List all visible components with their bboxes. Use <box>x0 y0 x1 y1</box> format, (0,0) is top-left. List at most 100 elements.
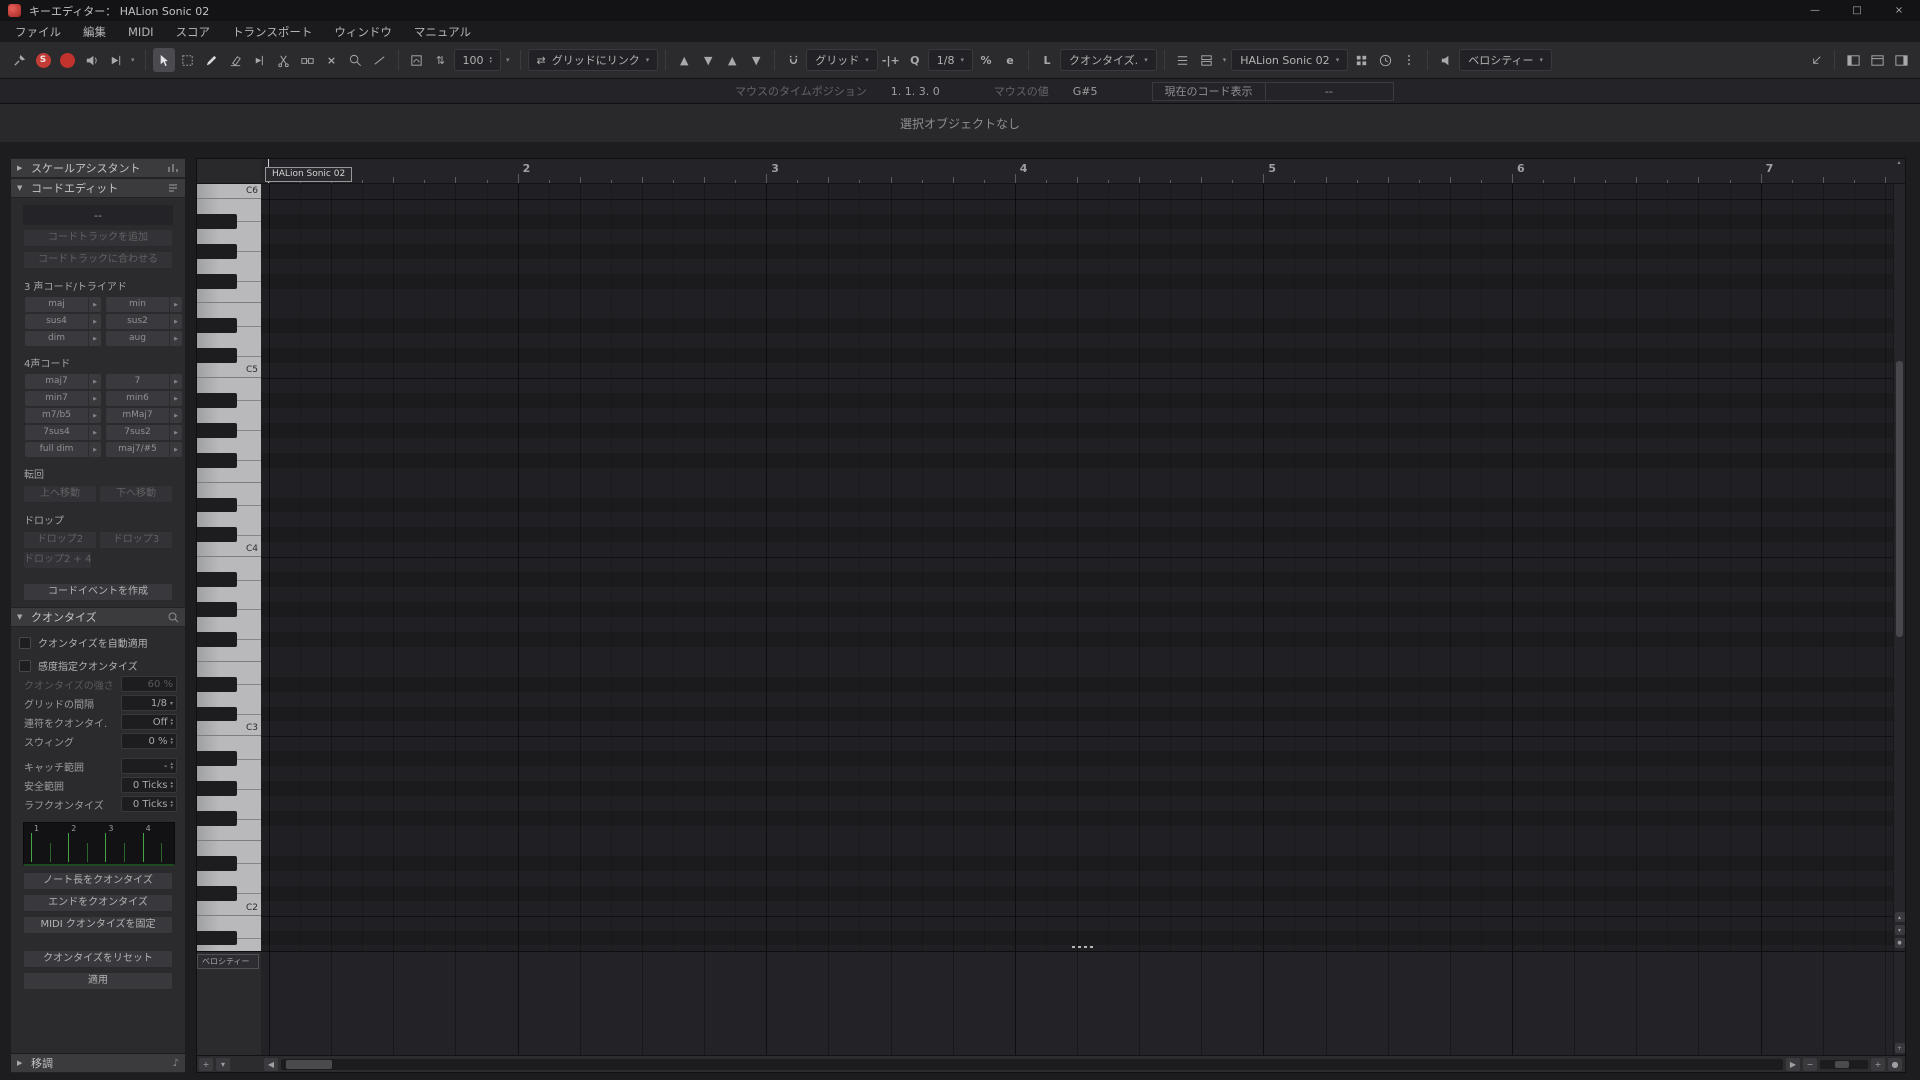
mixer-button[interactable] <box>1350 48 1372 72</box>
stepper-arrows-icon[interactable]: ▴ ▾ <box>170 762 173 771</box>
chord-four-note-button[interactable]: full dim ▶ <box>25 442 101 457</box>
stepper-arrows-icon[interactable]: ▴ ▾ <box>170 737 173 746</box>
current-chord-display[interactable]: -- <box>23 205 173 225</box>
piano-key-black[interactable] <box>197 855 261 871</box>
soft-quantize-checkbox[interactable] <box>19 659 31 672</box>
right-zone-toggle[interactable] <box>1890 48 1912 72</box>
edit-active-part-button[interactable] <box>1172 48 1194 72</box>
piano-key-black[interactable] <box>197 497 261 513</box>
quantize-panel-button[interactable]: e <box>999 48 1021 72</box>
part-list-button[interactable] <box>1196 48 1218 72</box>
chord-triad-button[interactable]: dim ▶ <box>25 331 101 346</box>
chord-four-note-button[interactable]: 7 ▶ <box>106 374 182 389</box>
scroll-up-button[interactable]: ▴ <box>1894 912 1905 922</box>
note-grid[interactable] <box>261 184 1893 951</box>
menu-item[interactable]: ファイル <box>4 21 72 42</box>
hzoom-out-button[interactable]: − <box>1803 1057 1817 1071</box>
chord-triad-button[interactable]: maj ▶ <box>25 297 101 312</box>
piano-key-black[interactable] <box>197 452 261 468</box>
chord-options-arrow-icon[interactable]: ▶ <box>88 297 101 312</box>
grid-type-dropdown[interactable]: グリッド ▾ <box>806 49 878 71</box>
stepper-arrows-icon[interactable]: ▴ ▾ <box>490 56 493 65</box>
piano-key-black[interactable] <box>197 631 261 647</box>
piano-key-black[interactable] <box>197 706 261 722</box>
link-to-grid-dropdown[interactable]: ⇄ グリッドにリンク ▾ <box>527 49 659 71</box>
insert-velocity-value[interactable]: 100 ▴ ▾ <box>453 49 502 71</box>
piano-key-black[interactable] <box>197 751 261 767</box>
catch-range-field[interactable]: - ▴ ▾ <box>121 758 177 774</box>
timeline-ruler[interactable]: HALion Sonic 02 2 3 4 5 6 7 <box>261 159 1893 184</box>
piano-key-black[interactable] <box>197 676 261 692</box>
chord-options-arrow-icon[interactable]: ▶ <box>88 331 101 346</box>
drop24-button[interactable]: ドロップ2 + 4 <box>23 551 93 569</box>
transpose-octave-up-button[interactable]: ▲ <box>721 48 743 72</box>
menu-item[interactable]: マニュアル <box>403 21 482 42</box>
quantize-lengths-button[interactable]: ノート長をクオンタイズ <box>23 872 173 890</box>
piano-key-black[interactable] <box>197 243 261 259</box>
chord-options-arrow-icon[interactable]: ▶ <box>169 408 182 423</box>
menu-item[interactable]: MIDI <box>117 21 165 42</box>
section-quantize[interactable]: ▼ クオンタイズ <box>11 607 185 627</box>
strength-value-field[interactable]: 60 % <box>121 676 177 692</box>
chord-options-arrow-icon[interactable]: ▶ <box>169 442 182 457</box>
chord-four-note-button[interactable]: m7/b5 ▶ <box>25 408 101 423</box>
close-button[interactable]: × <box>1878 0 1920 21</box>
horizontal-zoom-thumb[interactable] <box>1835 1060 1849 1068</box>
section-scale-assistant[interactable]: ▶ スケールアシスタント <box>11 158 185 178</box>
line-tool[interactable] <box>369 48 391 72</box>
chord-four-note-button[interactable]: min7 ▶ <box>25 391 101 406</box>
quantize-preset-dropdown[interactable]: 1/8 ▾ <box>927 49 974 71</box>
create-chord-event-button[interactable]: コードイベントを作成 <box>23 583 173 601</box>
left-zone-toggle[interactable] <box>1842 48 1864 72</box>
reset-quantize-button[interactable]: クオンタイズをリセット <box>23 950 173 968</box>
chord-options-arrow-icon[interactable]: ▶ <box>88 374 101 389</box>
chord-options-arrow-icon[interactable]: ▶ <box>169 297 182 312</box>
chord-four-note-button[interactable]: 7sus2 ▶ <box>106 425 182 440</box>
swing-value-field[interactable]: 0 % ▴ ▾ <box>121 733 177 749</box>
iterative-quantize-button[interactable]: % <box>975 48 997 72</box>
add-controller-lane-button[interactable]: + <box>199 1057 213 1071</box>
transpose-down-button[interactable]: ▼ <box>697 48 719 72</box>
safe-range-field[interactable]: 0 Ticks ▴ ▾ <box>121 777 177 793</box>
chord-four-note-button[interactable]: 7sus4 ▶ <box>25 425 101 440</box>
freeze-quantize-button[interactable]: MIDI クオンタイズを固定 <box>23 916 173 934</box>
piano-key-black[interactable] <box>197 213 261 229</box>
piano-key-black[interactable] <box>197 885 261 901</box>
menu-item[interactable]: スコア <box>165 21 222 42</box>
chord-four-note-button[interactable]: maj7/#5 ▶ <box>106 442 182 457</box>
velocity-lane-tab[interactable]: ベロシティー <box>197 954 259 969</box>
chord-options-arrow-icon[interactable]: ▶ <box>169 391 182 406</box>
chord-triad-button[interactable]: min ▶ <box>106 297 182 312</box>
erase-tool[interactable] <box>225 48 247 72</box>
controller-lane-presets-button[interactable]: ▾ <box>216 1057 230 1071</box>
event-colors-dropdown[interactable]: ベロシティー ▾ <box>1459 49 1553 71</box>
nudge-button[interactable]: -|+ <box>880 48 902 72</box>
pin-cursor-link-button[interactable] <box>8 48 30 72</box>
chord-options-arrow-icon[interactable]: ▶ <box>88 314 101 329</box>
piano-key-black[interactable] <box>197 527 261 543</box>
section-chord-edit[interactable]: ▼ コードエディット <box>11 178 185 198</box>
part-list-dropdown-arrow[interactable]: ▾ <box>1220 56 1230 64</box>
object-selection-tool[interactable] <box>152 48 175 72</box>
split-tool[interactable] <box>273 48 295 72</box>
match-chord-track-button[interactable]: コードトラックに合わせる <box>23 251 173 269</box>
snap-button[interactable] <box>782 48 804 72</box>
piano-key-black[interactable] <box>197 318 261 334</box>
add-chord-track-button[interactable]: コードトラックを追加 <box>23 229 173 247</box>
range-selection-tool[interactable] <box>177 48 199 72</box>
horizontal-scrollbar[interactable] <box>281 1058 1783 1070</box>
piano-key-black[interactable] <box>197 348 261 364</box>
record-in-editor-button[interactable] <box>56 48 78 72</box>
chord-four-note-button[interactable]: maj7 ▶ <box>25 374 101 389</box>
note-expression-button[interactable] <box>406 48 428 72</box>
horizontal-zoom-slider[interactable] <box>1820 1059 1868 1069</box>
menu-item[interactable]: トランスポート <box>221 21 323 42</box>
chord-options-arrow-icon[interactable]: ▶ <box>169 425 182 440</box>
chord-triad-button[interactable]: sus2 ▶ <box>106 314 182 329</box>
draw-tool[interactable] <box>201 48 223 72</box>
apply-quantize-button[interactable]: 適用 <box>23 972 173 990</box>
length-quantize-dropdown[interactable]: クオンタイズ. ▾ <box>1060 49 1157 71</box>
piano-keyboard[interactable]: C6 C5 C4 C3 C2 <box>197 184 261 951</box>
scroll-right-button[interactable]: ▶ <box>1786 1057 1800 1071</box>
hzoom-in-button[interactable]: + <box>1871 1057 1885 1071</box>
